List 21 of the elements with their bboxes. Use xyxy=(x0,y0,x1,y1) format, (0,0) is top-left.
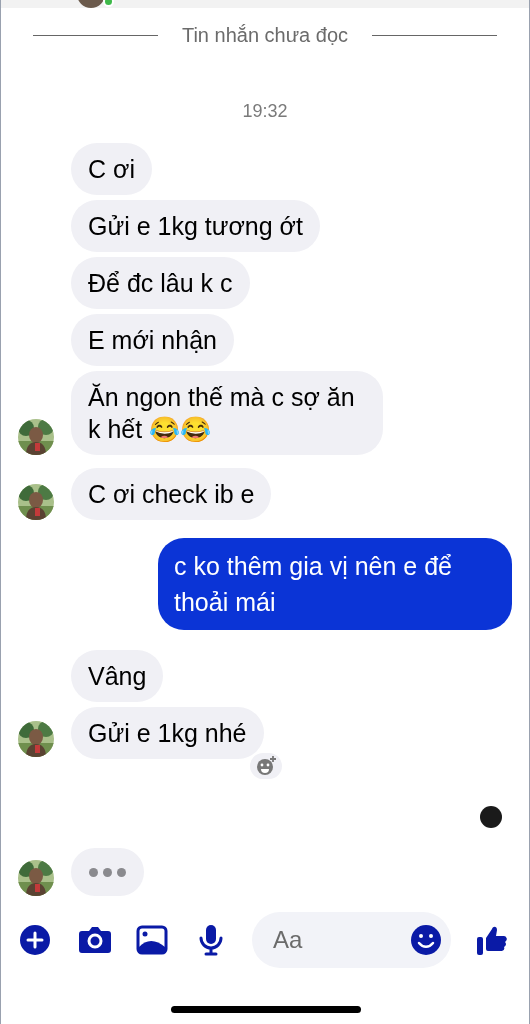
message-input-field[interactable]: Aa xyxy=(252,912,451,968)
message-bubble: Gửi e 1kg nhé xyxy=(71,707,264,759)
thumbs-up-icon[interactable] xyxy=(476,924,508,956)
microphone-icon[interactable] xyxy=(198,924,224,956)
seen-avatar xyxy=(480,806,502,828)
plus-icon[interactable] xyxy=(19,924,51,956)
unread-divider-label: Tin nhắn chưa đọc xyxy=(181,23,349,48)
camera-icon[interactable] xyxy=(78,925,112,955)
message-bubble: c ko thêm gia vị nên e để thoải mái xyxy=(158,538,512,630)
message-bubble: Ăn ngon thế mà c sợ ăn k hết 😂😂 xyxy=(71,371,383,455)
message-bubble: Gửi e 1kg tương ớt xyxy=(71,200,320,252)
message-bubble: E mới nhận xyxy=(71,314,234,366)
message-bubble: Để đc lâu k c xyxy=(71,257,250,309)
text-input[interactable]: Aa xyxy=(273,922,411,958)
message-bubble: C ơi xyxy=(71,143,152,195)
message-bubble: Vâng xyxy=(71,650,164,702)
smiley-plus-icon xyxy=(254,755,277,777)
timestamp: 19:32 xyxy=(242,100,288,123)
image-icon[interactable] xyxy=(136,925,168,955)
smiley-icon[interactable] xyxy=(411,925,441,955)
message-bubble: C ơi check ib e xyxy=(71,468,272,520)
